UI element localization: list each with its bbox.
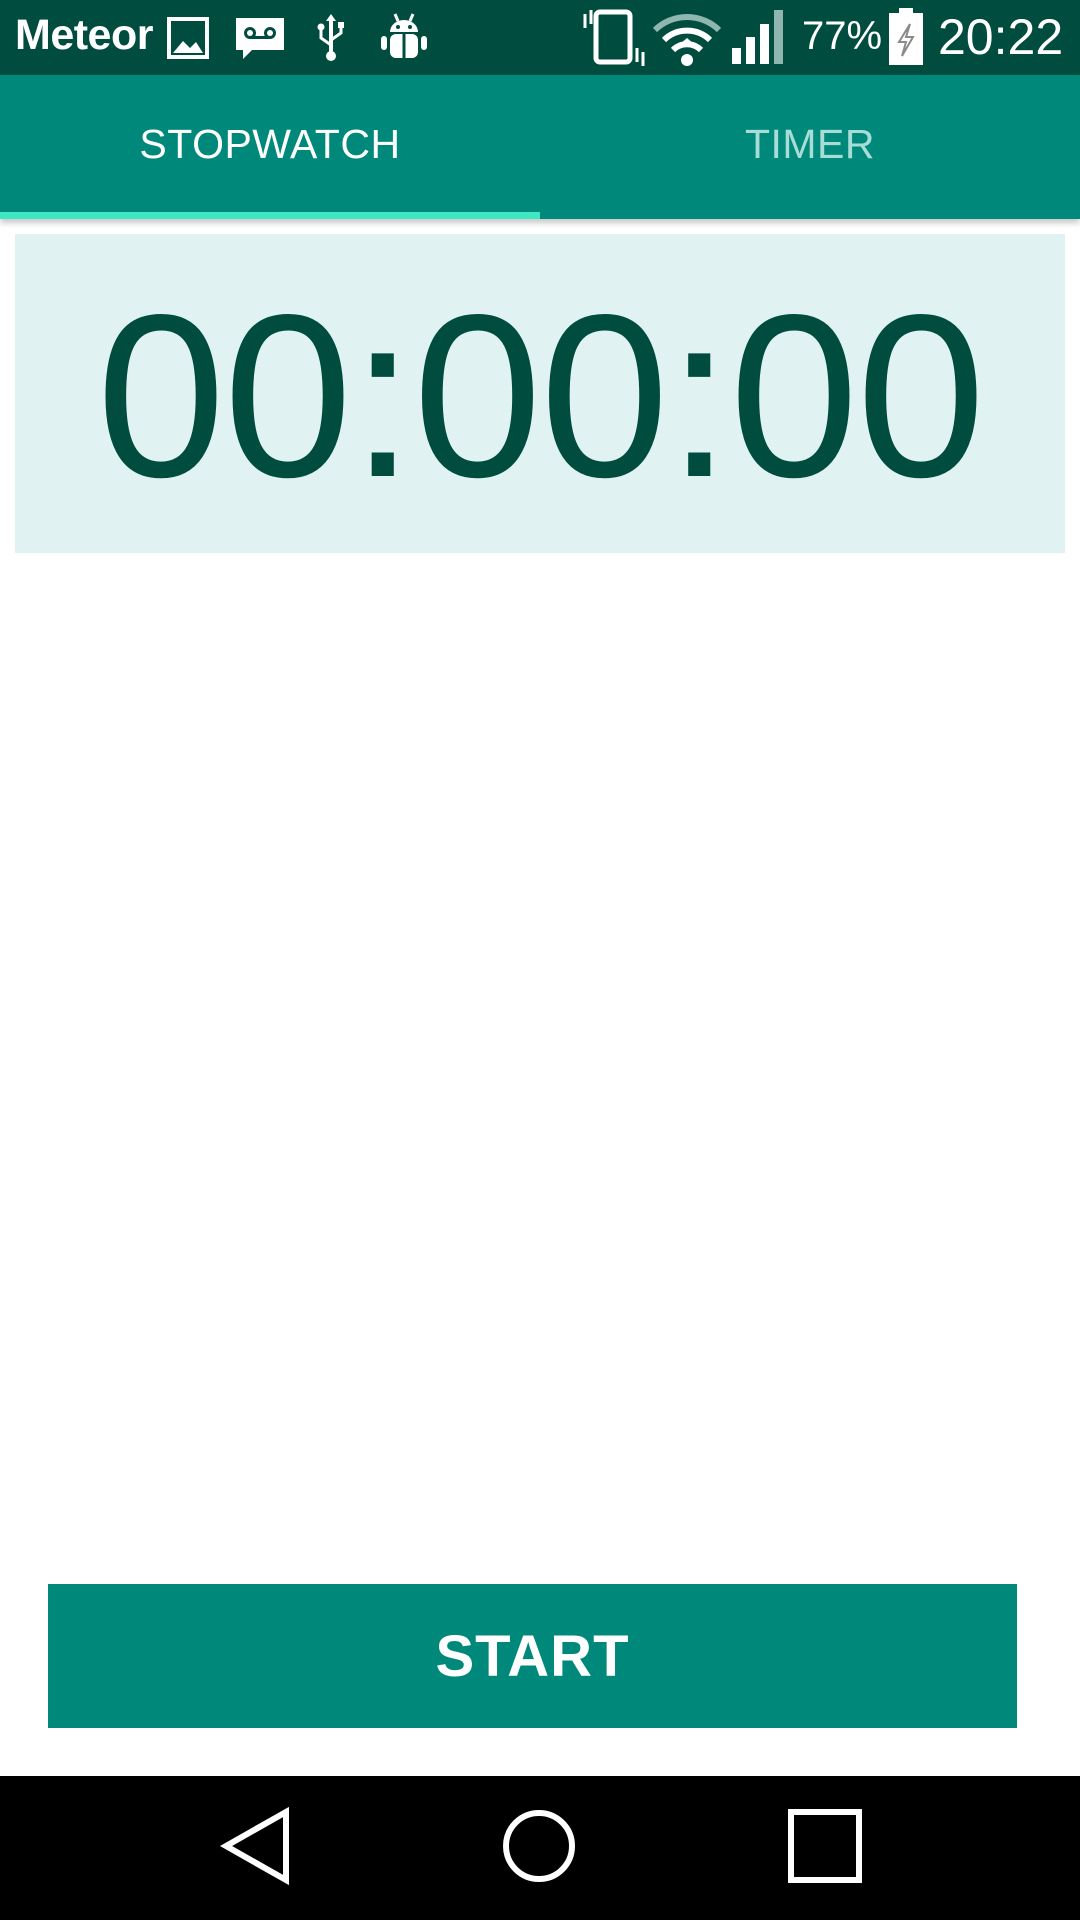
stopwatch-screen: Meteor 77% 20:22 STOPWATCH TIMER 00:00:0… xyxy=(0,0,1080,1920)
start-button[interactable]: START xyxy=(48,1584,1017,1728)
recents-icon xyxy=(787,1808,863,1888)
selected-tab-indicator xyxy=(0,212,540,219)
tab-timer-label: TIMER xyxy=(744,120,876,167)
usb-icon xyxy=(314,0,348,75)
voicemail-icon xyxy=(234,0,286,75)
vibrate-icon xyxy=(582,0,646,75)
stopwatch-display-panel: 00:00:00 xyxy=(15,234,1065,553)
status-bar: Meteor 77% 20:22 xyxy=(0,0,1080,75)
recents-button[interactable] xyxy=(745,1776,905,1920)
tab-bar: STOPWATCH TIMER xyxy=(0,75,1080,219)
android-debug-icon xyxy=(378,0,430,75)
back-icon xyxy=(219,1806,292,1890)
carrier-name: Meteor xyxy=(15,11,153,59)
battery-icon xyxy=(886,0,926,75)
tab-timer[interactable]: TIMER xyxy=(540,75,1080,219)
status-clock: 20:22 xyxy=(938,9,1064,65)
tab-stopwatch-label: STOPWATCH xyxy=(139,120,401,167)
back-button[interactable] xyxy=(176,1776,336,1920)
wifi-icon xyxy=(652,0,722,75)
stopwatch-time: 00:00:00 xyxy=(96,266,985,526)
image-icon xyxy=(166,0,210,75)
navigation-bar xyxy=(0,1776,1080,1920)
battery-percent: 77% xyxy=(802,14,883,58)
home-icon xyxy=(501,1808,577,1888)
tab-stopwatch[interactable]: STOPWATCH xyxy=(0,75,540,219)
signal-icon xyxy=(730,0,794,75)
home-button[interactable] xyxy=(459,1776,619,1920)
